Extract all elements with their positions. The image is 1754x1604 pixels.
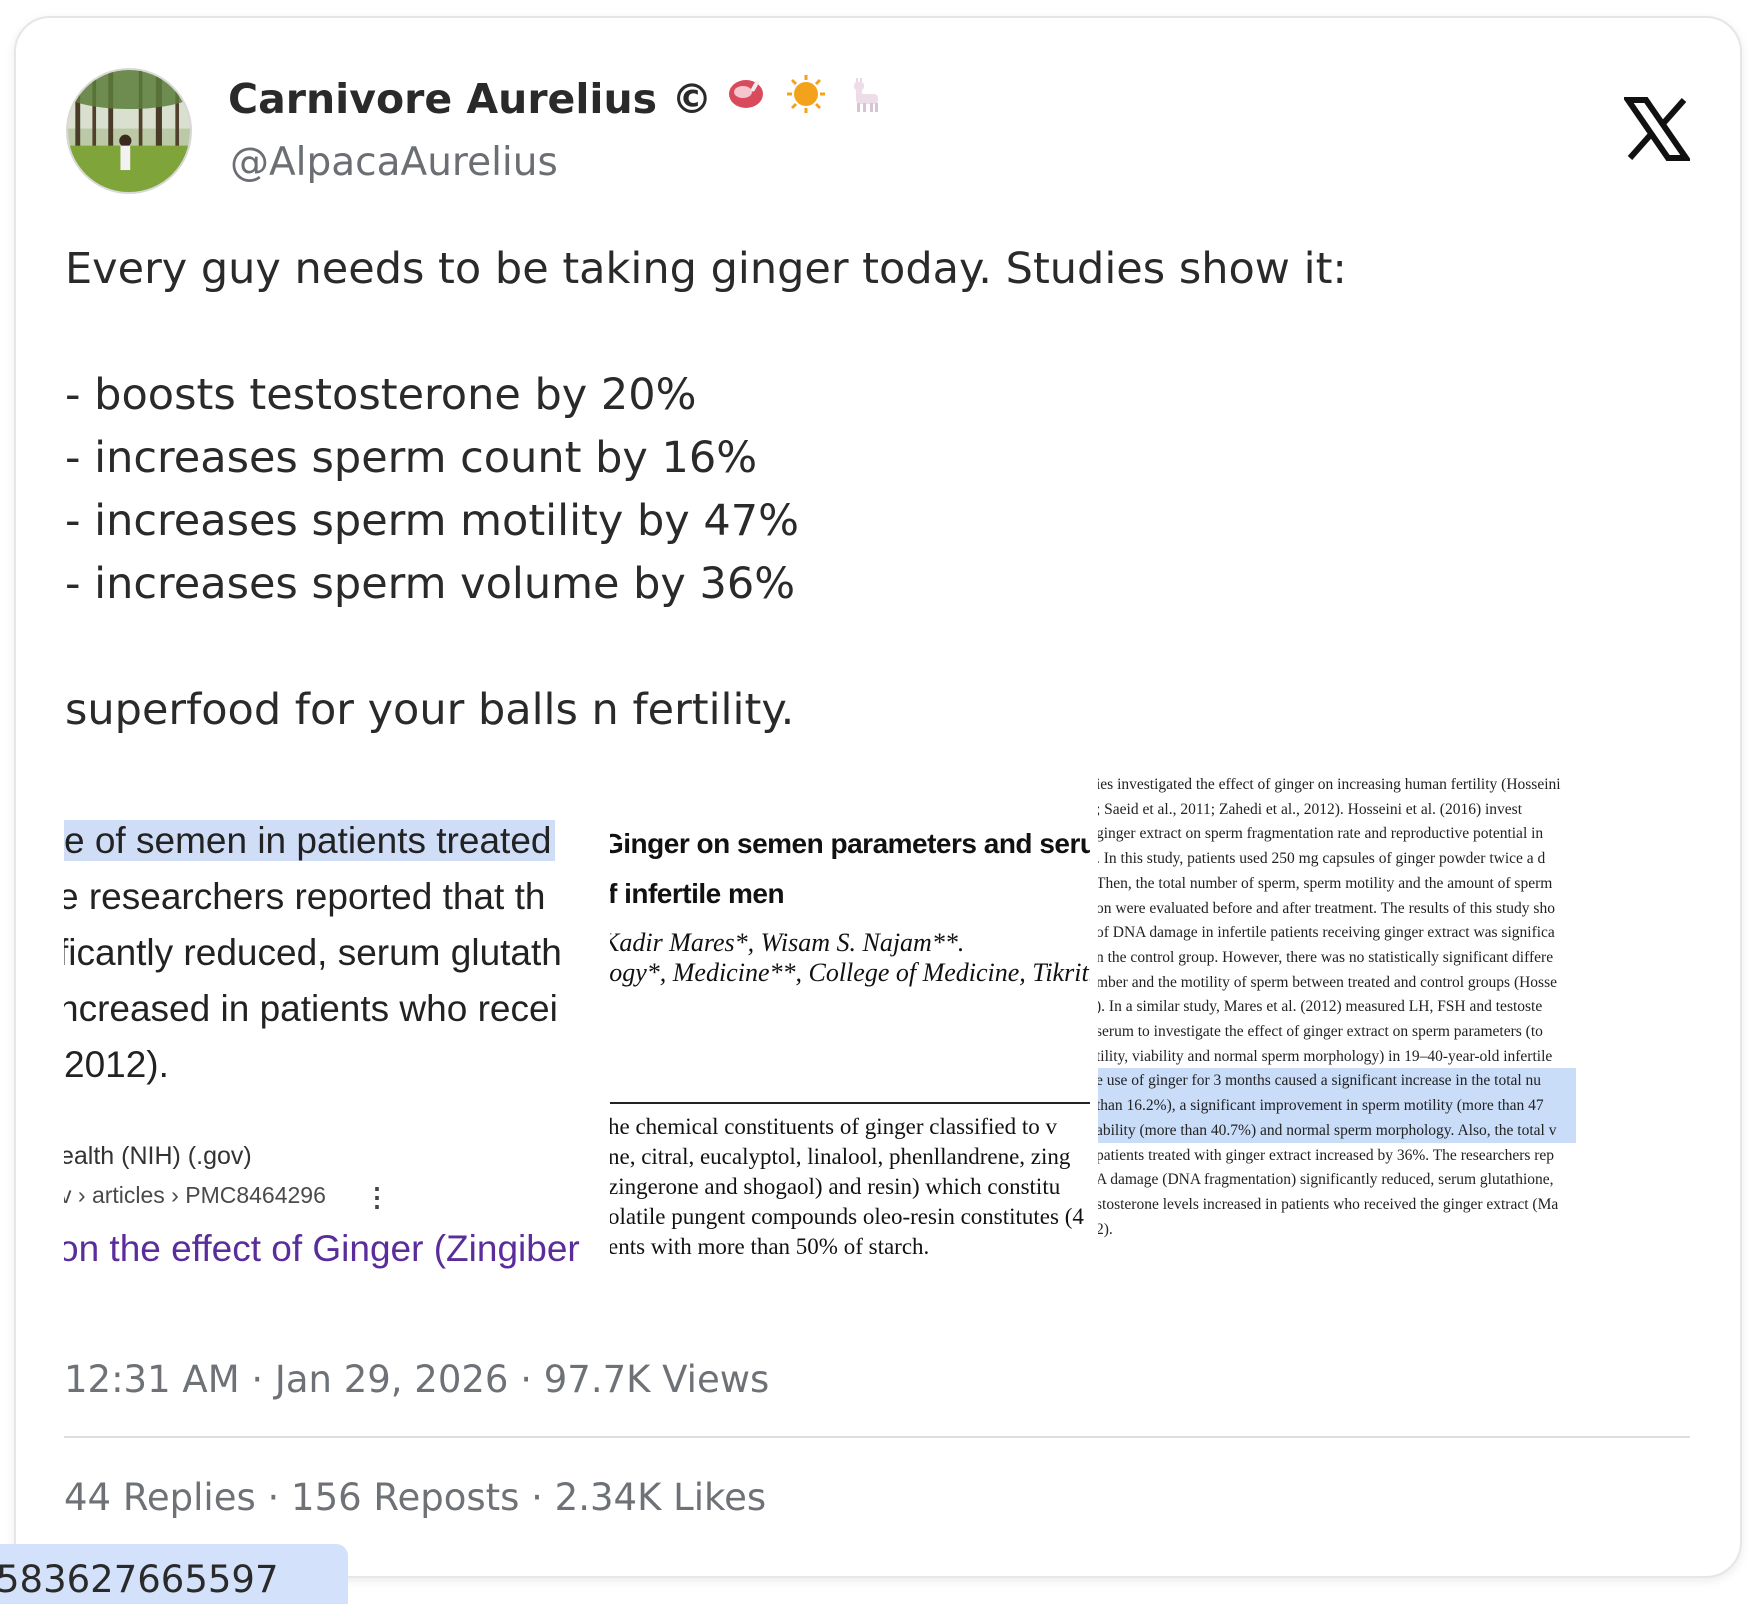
highlighted-snippet: e of semen in patients treated	[64, 820, 556, 861]
paper-body-line: zingerone and shogaol) and resin) which …	[610, 1174, 1061, 1199]
meat-icon	[726, 74, 766, 124]
paper-body-line: he chemical constituents of ginger class…	[610, 1114, 1058, 1139]
author-badges	[726, 74, 906, 124]
article-text-line: of DNA damage in infertile patients rece…	[1098, 924, 1555, 942]
article-text-line: e use of ginger for 3 months caused a si…	[1098, 1068, 1576, 1094]
paper-affiliation: logy*, Medicine**, College of Medicine, …	[610, 958, 1090, 987]
article-text-line: than 16.2%), a significant improvement i…	[1098, 1093, 1576, 1119]
paper-body-line: olatile pungent compounds oleo-resin con…	[610, 1204, 1084, 1229]
snippet-line: ncreased in patients who recei	[64, 988, 558, 1029]
result-breadcrumb: v › articles › PMC8464296	[64, 1182, 326, 1208]
snippet-line: ficantly reduced, serum glutath	[64, 932, 562, 973]
tweet-text: Every guy needs to be taking ginger toda…	[65, 244, 1347, 735]
result-title-link[interactable]: on the effect of Ginger (Zingiber	[64, 1228, 580, 1270]
media-panel-paper[interactable]: Ginger on semen parameters and serum FSH…	[610, 760, 1090, 1310]
article-text-line: stosterone levels increased in patients …	[1098, 1195, 1559, 1213]
article-text-line: A damage (DNA fragmentation) significant…	[1098, 1171, 1554, 1189]
author-name[interactable]: Carnivore Aurelius ©	[228, 74, 906, 124]
article-text-line: ginger extract on sperm fragmentation ra…	[1098, 825, 1544, 843]
article-text-line: serum to investigate the effect of ginge…	[1098, 1023, 1543, 1040]
article-text-line: 2).	[1098, 1220, 1113, 1238]
article-text-line: ). In a similar study, Mares et al. (201…	[1098, 998, 1543, 1016]
url-fragment: 583627665597	[0, 1544, 348, 1604]
tweet-media[interactable]: e of semen in patients treated e researc…	[64, 760, 1694, 1310]
paper-title-line: f infertile men	[610, 878, 785, 909]
url-fragment-text: 583627665597	[0, 1558, 279, 1601]
snippet-line: e researchers reported that th	[64, 876, 546, 917]
article-text-line: mber and the motility of sperm between t…	[1098, 973, 1557, 991]
article-text-line: on were evaluated before and after treat…	[1098, 899, 1555, 917]
avatar[interactable]	[66, 68, 192, 194]
article-text-line: ability (more than 40.7%) and normal spe…	[1098, 1117, 1576, 1143]
paper-body-line: ne, citral, eucalyptol, linalool, phenll…	[610, 1144, 1071, 1169]
section-divider	[610, 1102, 1090, 1104]
author-handle[interactable]: @AlpacaAurelius	[230, 140, 558, 185]
article-text-line: Then, the total number of sperm, sperm m…	[1098, 874, 1553, 892]
article-text-line: tility, viability and normal sperm morph…	[1098, 1047, 1553, 1065]
article-text-line: n the control group. However, there was …	[1098, 948, 1554, 966]
author-name-text[interactable]: Carnivore Aurelius ©	[228, 75, 712, 123]
tweet-timestamp[interactable]: 12:31 AM · Jan 29, 2026 · 97.7K Views	[64, 1358, 769, 1401]
media-panel-review-article[interactable]: ies investigated the effect of ginger on…	[1098, 760, 1576, 1310]
engagement-stats[interactable]: 44 Replies · 156 Reposts · 2.34K Likes	[64, 1476, 766, 1519]
sun-icon	[786, 74, 826, 124]
paper-body-line: ents with more than 50% of starch.	[610, 1234, 930, 1259]
article-text-line: ; Saeid et al., 2011; Zahedi et al., 201…	[1098, 800, 1523, 818]
x-logo-icon[interactable]	[1622, 96, 1692, 162]
paper-authors: Kadir Mares*, Wisam S. Najam**.	[610, 928, 965, 957]
paper-title-line: Ginger on semen parameters and serum FSH	[610, 828, 1090, 859]
snippet-line: 2012).	[64, 1044, 169, 1085]
article-text-line: ies investigated the effect of ginger on…	[1098, 776, 1561, 793]
divider	[64, 1436, 1690, 1438]
article-text-line: . In this study, patients used 250 mg ca…	[1098, 850, 1546, 868]
llama-icon	[846, 74, 886, 124]
result-source: ealth (NIH) (.gov)	[64, 1142, 252, 1170]
article-text-line: patients treated with ginger extract inc…	[1098, 1146, 1555, 1164]
snippet-line: e of semen in patients treated	[64, 820, 556, 862]
media-panel-search-result[interactable]: e of semen in patients treated e researc…	[64, 760, 600, 1310]
more-options-icon[interactable]: ⋮	[364, 1182, 390, 1213]
